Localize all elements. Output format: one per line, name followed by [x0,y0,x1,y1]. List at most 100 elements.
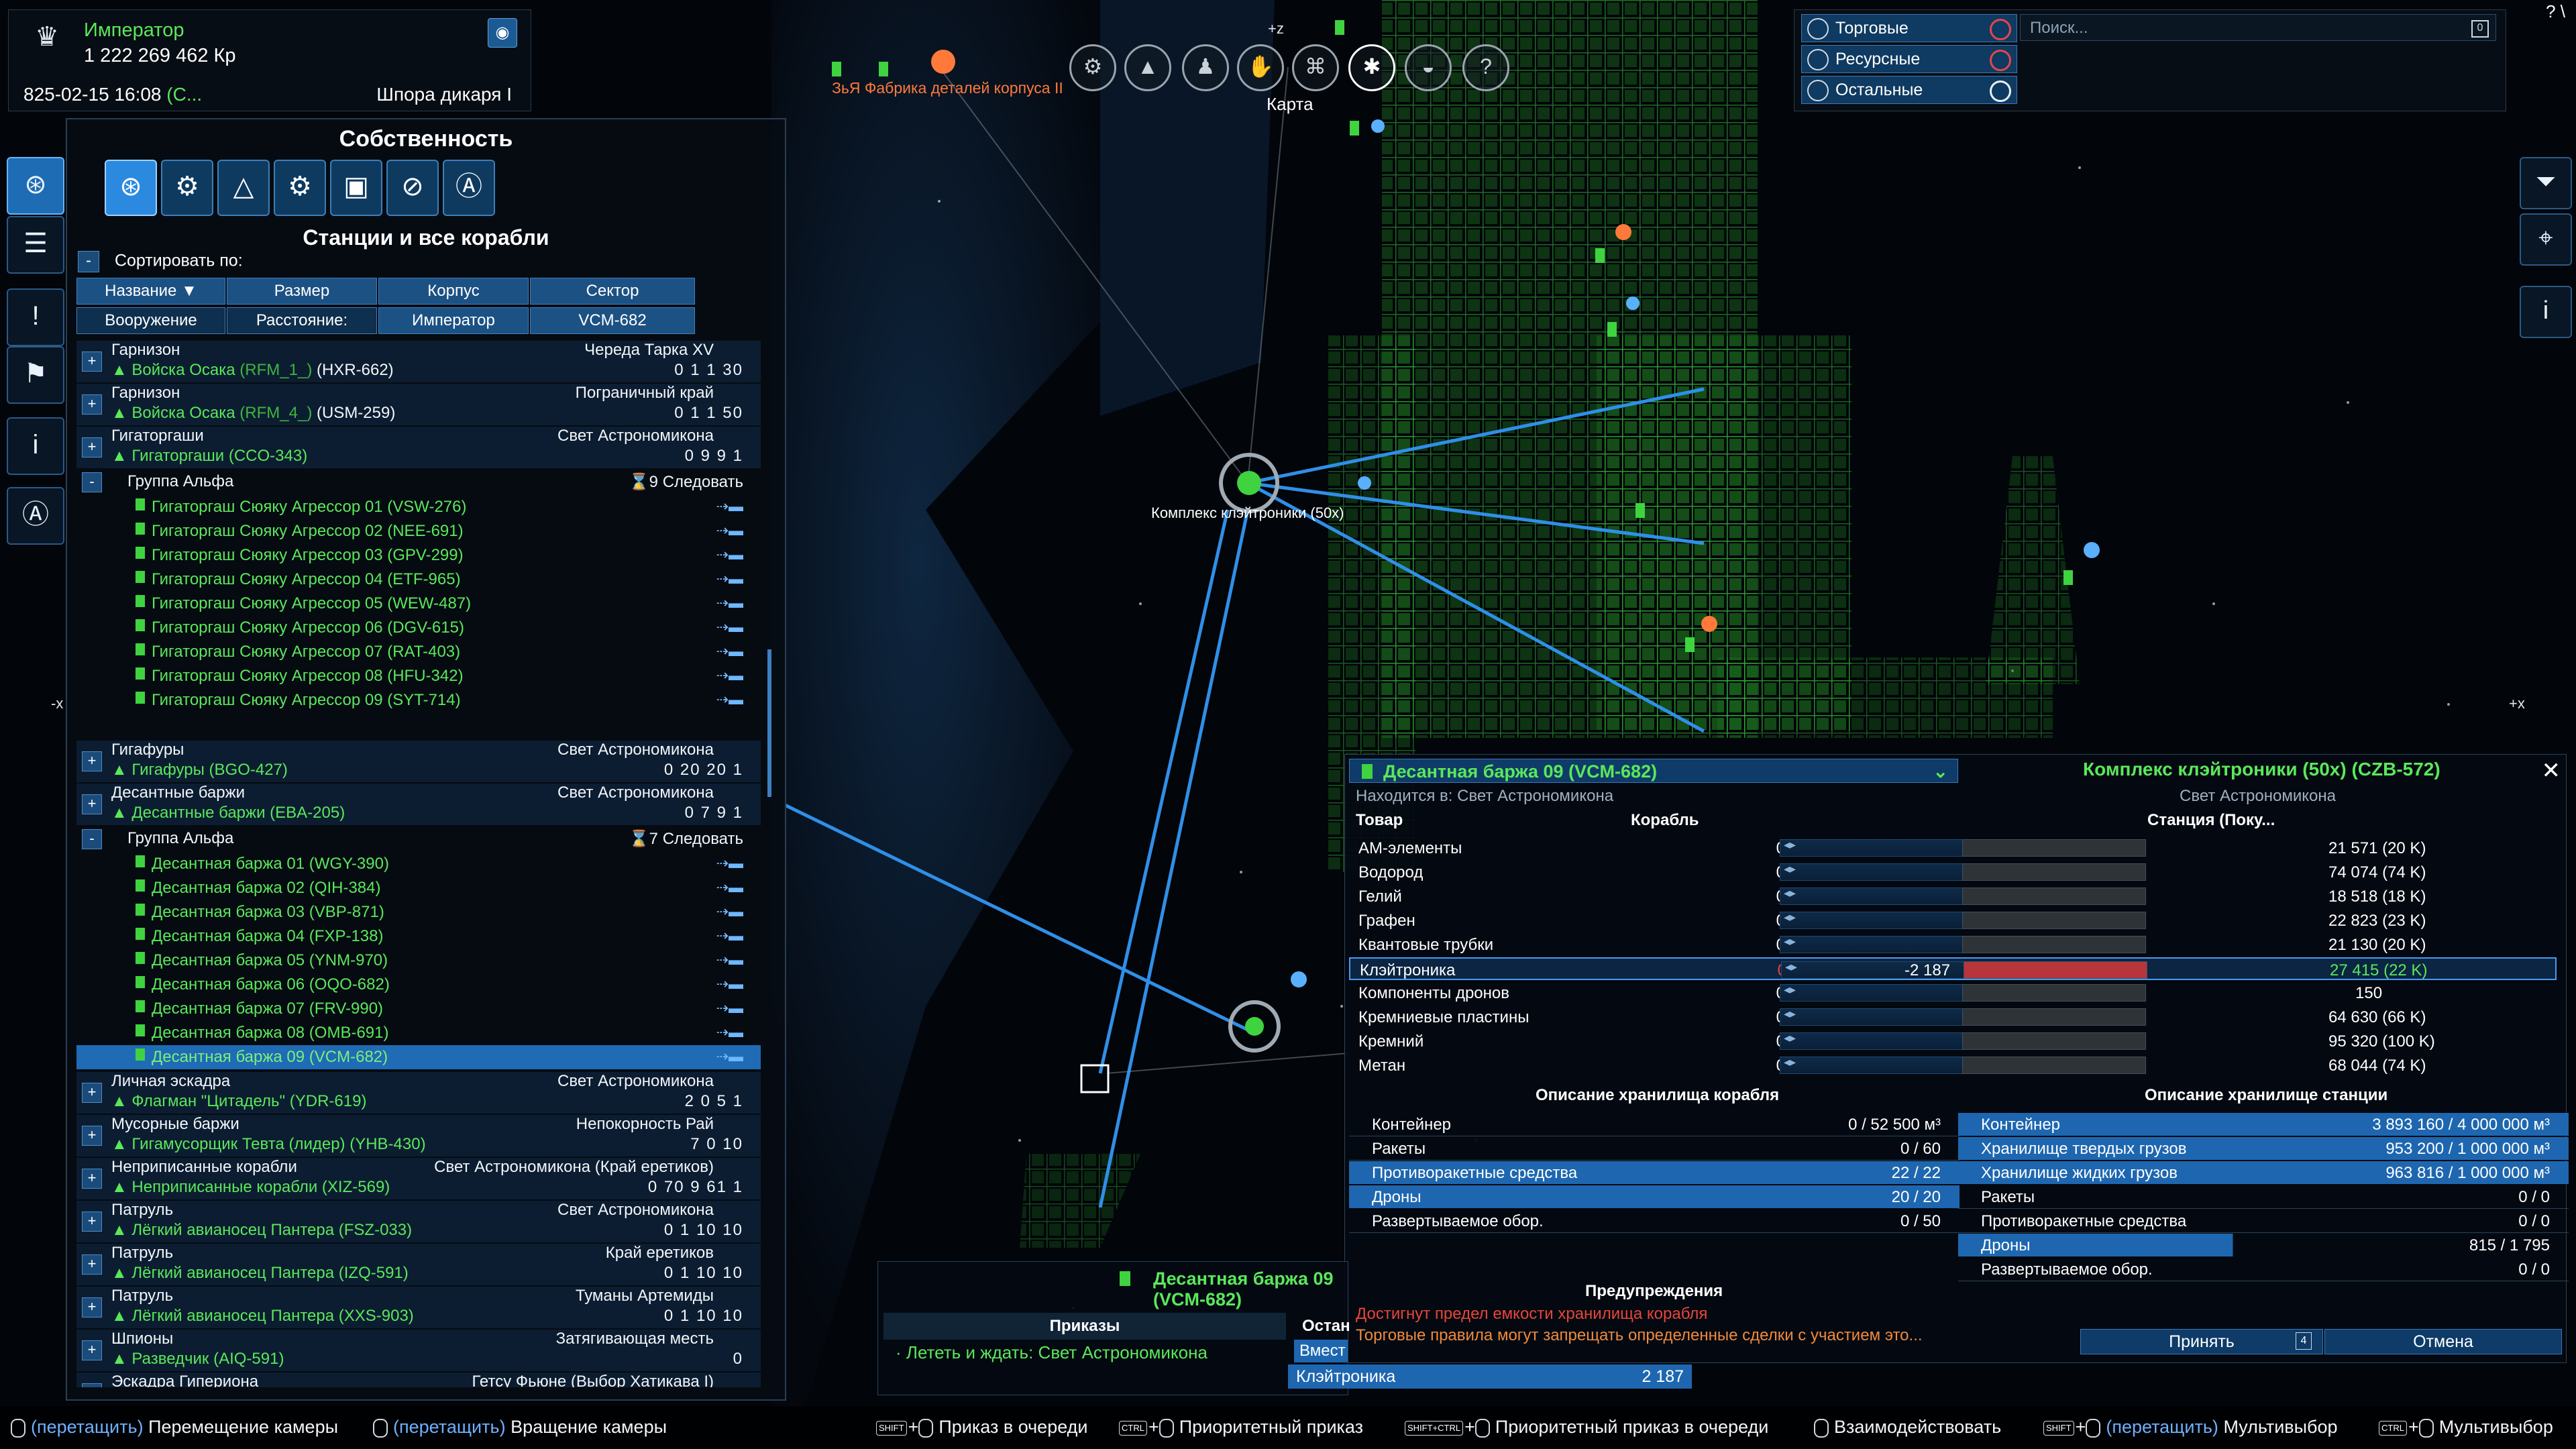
power-icon[interactable] [1990,19,2011,40]
ware-row[interactable]: Клэйтроника0◂▸-2 18727 415 (22 K) [1349,957,2557,980]
station-slider[interactable] [1962,1032,2146,1050]
station-slider[interactable] [1962,863,2146,881]
cancel-button[interactable]: Отмена [2324,1329,2562,1354]
expand-button[interactable]: + [82,352,102,372]
filter-trade[interactable]: Торговые [1801,14,2017,42]
expand-button[interactable]: + [82,1126,102,1146]
expand-button[interactable]: + [82,1297,102,1318]
location-pin-icon[interactable]: ⌖ [2520,213,2572,266]
search-input[interactable]: Поиск... 0 [2020,14,2496,41]
list-item[interactable]: Гигаторгаш Сюяку Агрессор 07 (RAT-403) ⇢▬ [76,640,761,664]
object-list-icon[interactable]: ☰ [7,216,64,274]
list-item[interactable]: Десантная баржа 02 (QIH-384) ⇢▬ [76,876,761,900]
ship-slider[interactable] [1780,839,1964,857]
tab-deployables-icon[interactable]: ⊘ [386,160,439,216]
station-slider[interactable] [1962,984,2146,1002]
list-item[interactable]: Десантная баржа 07 (FRV-990) ⇢▬ [76,997,761,1021]
list-item[interactable]: Гигаторгаш Сюяку Агрессор 03 (GPV-299) ⇢▬ [76,543,761,568]
expand-button[interactable]: + [82,1212,102,1232]
collapse-button[interactable]: - [82,472,102,492]
orders-mini-tab[interactable]: Вмест [1294,1340,1348,1362]
tab-stations-icon[interactable]: ⚙ [161,160,213,216]
list-item[interactable]: + Шпионы Затягивающая месть ▲ Разведчик (AI… [76,1330,761,1371]
tab-all-icon[interactable]: ⊛ [105,160,157,216]
station-slider[interactable] [1962,1008,2146,1026]
property-owned-icon[interactable]: ⊛ [7,157,64,215]
list-item[interactable]: + Гарнизон Пограничный край ▲ Войска Оса… [76,384,761,425]
list-item[interactable]: + Гигаторгаши Свет Астрономикона ▲ Гигат… [76,427,761,468]
list-item[interactable]: Гигаторгаш Сюяку Агрессор 06 (DGV-615) ⇢▬ [76,616,761,640]
close-icon[interactable]: ✕ [2542,757,2561,784]
expand-button[interactable]: + [82,1169,102,1189]
station-slider[interactable] [1962,936,2146,953]
tab-inventory-icon[interactable]: ▣ [330,160,382,216]
list-item[interactable]: Десантная баржа 08 (OMB-691) ⇢▬ [76,1021,761,1045]
list-item[interactable]: Гигаторгаш Сюяку Агрессор 04 (ETF-965) ⇢▬ [76,568,761,592]
property-list[interactable]: + Гарнизон Череда Тарка XV ▲ Войска Осак… [76,341,774,1387]
list-item[interactable]: Гигаторгаш Сюяку Агрессор 09 (SYT-714) ⇢▬ [76,688,761,712]
ware-row[interactable]: Кремниевые пластины0◂▸64 630 (66 K) [1349,1006,2557,1028]
list-item[interactable]: + Эскадра Гипериона Гетсу Фьюне (Выбор Хат… [76,1373,761,1387]
filter-funnel-icon[interactable]: ⏷ [2520,157,2572,209]
alert-icon[interactable]: ! [7,288,64,346]
list-item[interactable]: Гигаторгаш Сюяку Агрессор 01 (VSW-276) ⇢▬ [76,495,761,519]
list-item[interactable]: + Гигафуры Свет Астрономикона ▲ Гигафуры… [76,741,761,782]
person-icon[interactable]: ♟ [1182,44,1229,91]
ware-row[interactable]: Метан0◂▸68 044 (74 K) [1349,1054,2557,1077]
station-slider[interactable] [1962,888,2146,905]
mission-icon[interactable]: ⚑ [7,346,64,404]
expand-button[interactable]: + [82,1340,102,1360]
sort-by-weapons-button[interactable]: Вооружение [76,307,225,334]
sort-by-hull-button[interactable]: Корпус [378,278,529,305]
settings-gear-icon[interactable]: ⚙ [1069,44,1116,91]
list-scrollbar[interactable] [767,649,771,797]
list-item[interactable]: + Патруль Край еретиков ▲ Лёгкий авианосец … [76,1244,761,1285]
list-item[interactable]: + Гарнизон Череда Тарка XV ▲ Войска Осак… [76,341,761,382]
info-icon[interactable]: i [7,417,64,475]
ware-row[interactable]: Компоненты дронов0◂▸150 [1349,981,2557,1004]
ware-row[interactable]: Гелий0◂▸18 518 (18 K) [1349,885,2557,908]
list-item[interactable]: Десантная баржа 05 (YNM-970) ⇢▬ [76,949,761,973]
ship-selector[interactable]: Десантная баржа 09 (VCM-682) ⌄ [1349,759,1958,783]
ware-row[interactable]: Водород0◂▸74 074 (74 K) [1349,861,2557,883]
power-icon[interactable] [1990,50,2011,71]
ware-row[interactable]: Квантовые трубки0◂▸21 130 (20 K) [1349,933,2557,956]
list-item[interactable]: + Патруль Туманы Артемиды ▲ Лёгкий авианосе… [76,1287,761,1328]
expand-button[interactable]: + [82,1254,102,1275]
ware-row[interactable]: Графен0◂▸22 823 (23 K) [1349,909,2557,932]
list-item[interactable]: Десантная баржа 06 (OQO-682) ⇢▬ [76,973,761,997]
filter-other[interactable]: Остальные [1801,76,2017,104]
expand-button[interactable]: + [82,794,102,814]
list-item[interactable]: Десантная баржа 03 (VBP-871) ⇢▬ [76,900,761,924]
tab-behaviour-icon[interactable]: Ⓐ [443,160,495,216]
list-item[interactable]: + Неприписанные корабли Свет Астрономикона… [76,1158,761,1199]
list-item[interactable]: Гигаторгаш Сюяку Агрессор 05 (WEW-487) ⇢▬ [76,592,761,616]
station-slider[interactable] [1962,839,2146,857]
station-slider[interactable] [1962,912,2146,929]
list-item[interactable]: Десантная баржа 04 (FXP-138) ⇢▬ [76,924,761,949]
list-item[interactable]: Гигаторгаш Сюяку Агрессор 08 (HFU-342) ⇢▬ [76,664,761,688]
expand-button[interactable]: + [82,1383,102,1387]
clear-icon[interactable]: 0 [2471,20,2489,38]
list-item[interactable]: + Патруль Свет Астрономикона ▲ Лёгкий авиан… [76,1201,761,1242]
expand-button[interactable]: + [82,437,102,458]
sort-by-name-button[interactable]: Название ▼ [76,278,225,305]
transport-icon[interactable]: ◒ [1405,44,1452,91]
list-item[interactable]: Гигаторгаш Сюяку Агрессор 02 (NEE-691) ⇢▬ [76,519,761,543]
station-slider[interactable] [1962,1057,2146,1074]
right-info-icon[interactable]: i [2520,286,2572,338]
corner-help[interactable]: ? \ [2546,1,2565,22]
filter-resources[interactable]: Ресурсные [1801,45,2017,73]
ship-slider[interactable] [1780,1008,1964,1026]
handshake-icon[interactable]: ✋ [1237,44,1284,91]
list-item[interactable]: + Мусорные баржи Непокорность Рай ▲ Гигамус… [76,1115,761,1157]
factory-label[interactable]: ЗьЯ Фабрика деталей корпуса II [832,79,1063,97]
distance-to-sector-button[interactable]: VCM-682 [530,307,695,334]
list-item[interactable]: + Десантные баржи Свет Астрономикона ▲ Д… [76,784,761,825]
ware-row[interactable]: АМ-элементы0◂▸21 571 (20 K) [1349,837,2557,859]
ship-slider[interactable] [1780,888,1964,905]
behaviour-icon[interactable]: Ⓐ [7,487,64,545]
sort-by-sector-button[interactable]: Сектор [530,278,695,305]
ship-slider[interactable] [1780,984,1964,1002]
help-icon[interactable]: ? [1462,44,1509,91]
